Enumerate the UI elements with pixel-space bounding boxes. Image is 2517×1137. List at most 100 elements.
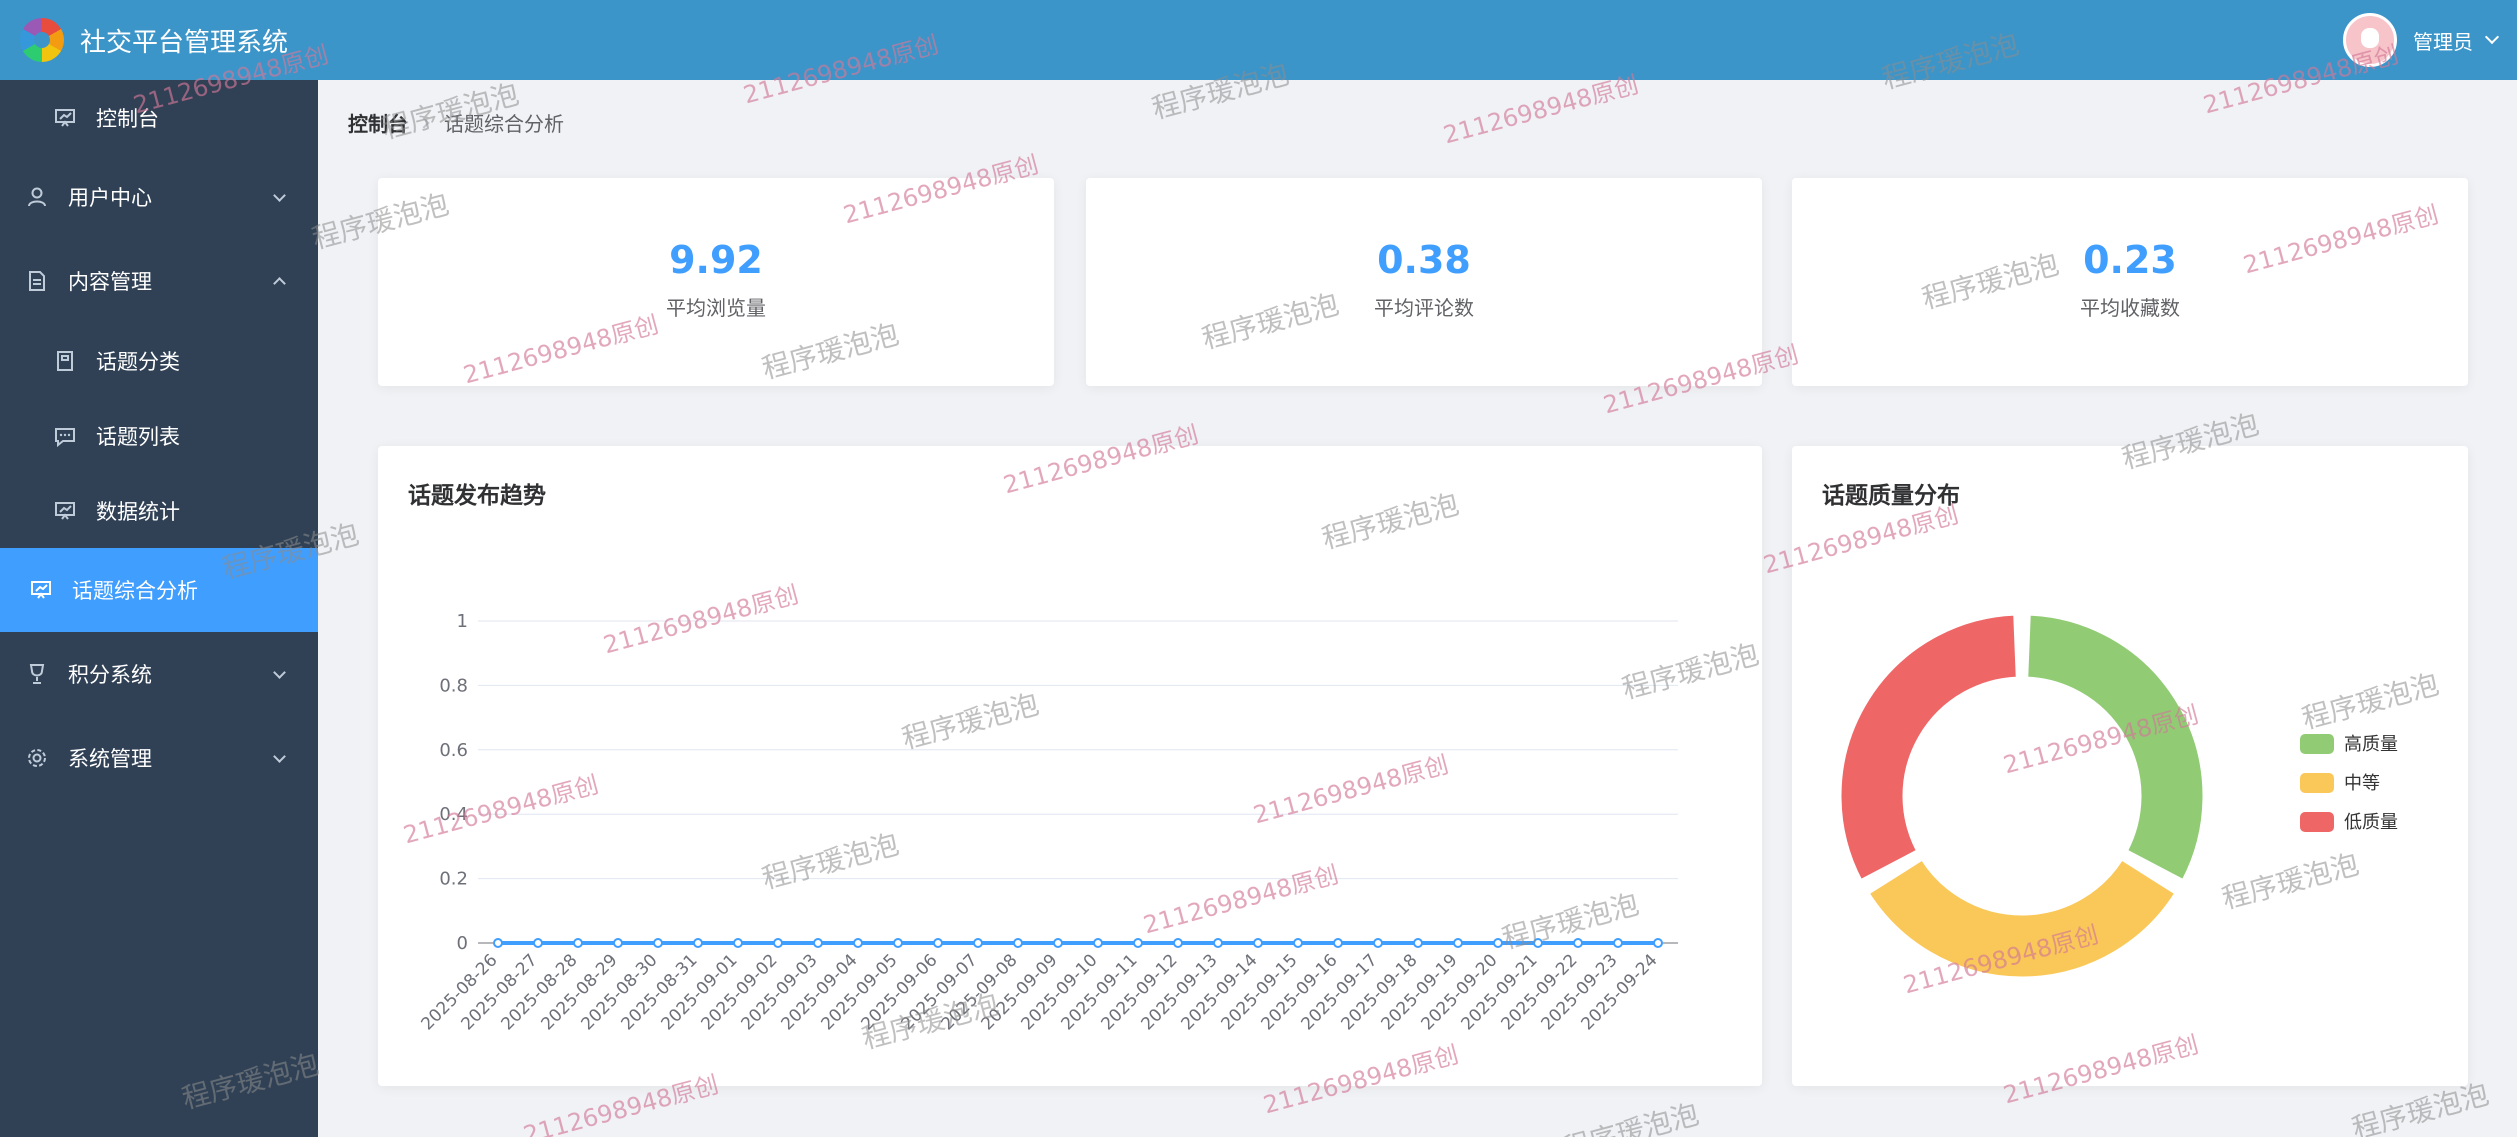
pie-slice [1866,857,2178,980]
data-point [533,938,543,948]
points-icon [26,663,48,685]
y-tick-label: 0.4 [439,804,468,825]
data-point [613,938,623,948]
data-point [1453,938,1463,948]
breadcrumb-current: 话题综合分析 [444,112,564,136]
sidebar: 控制台 用户中心 内容管理 话题分类 话题列表 数据统计 话题综合分析 积分系统… [0,80,318,1137]
user-name: 管理员 [2413,29,2473,54]
data-point [1133,938,1143,948]
sidebar-item-label: 话题分类 [96,349,180,374]
data-point [573,938,583,948]
sidebar-item-topic-list[interactable]: 话题列表 [0,398,318,473]
watermark-text: 程序瑗泡泡 [1558,1097,1703,1137]
top-header: 社交平台管理系统 管理员 [0,0,2517,80]
chevron-down-icon [273,189,286,202]
chevron-down-icon [273,750,286,763]
stat-card-favorites: 0.23 平均收藏数 [1792,178,2468,386]
stat-value: 0.38 [1377,238,1471,282]
data-point [1373,938,1383,948]
y-tick-label: 0.6 [439,740,468,761]
quality-chart-card: 话题质量分布 高质量 中等 低质量 [1792,446,2468,1086]
stat-card-views: 9.92 平均浏览量 [378,178,1054,386]
legend-swatch [2300,812,2334,832]
y-tick-label: 0.2 [439,869,468,890]
sidebar-item-topic-category[interactable]: 话题分类 [0,323,318,398]
data-point [1053,938,1063,948]
sidebar-item-dashboard[interactable]: 控制台 [0,80,318,155]
pie-slice [2025,612,2206,883]
pie-slice [1838,612,2019,883]
sidebar-item-content[interactable]: 内容管理 [0,239,318,323]
legend-label: 高质量 [2344,734,2398,755]
legend-swatch [2300,773,2334,793]
data-point [813,938,823,948]
chevron-up-icon [273,277,286,290]
data-point [493,938,503,948]
gear-icon [26,747,48,769]
stat-label: 平均浏览量 [666,296,766,320]
data-point [1293,938,1303,948]
data-point [1213,938,1223,948]
sidebar-item-label: 话题综合分析 [72,579,198,603]
legend-label: 低质量 [2344,812,2398,833]
data-point [1173,938,1183,948]
stats-icon [54,500,76,522]
data-point [1333,938,1343,948]
sidebar-item-label: 数据统计 [96,499,180,524]
data-point [1093,938,1103,948]
data-point [1573,938,1583,948]
data-point [1493,938,1503,948]
data-point [853,938,863,948]
chevron-right-icon [418,116,430,129]
stat-card-comments: 0.38 平均评论数 [1086,178,1762,386]
app-title: 社交平台管理系统 [80,27,289,58]
sidebar-item-label: 控制台 [96,106,159,131]
data-point [1533,938,1543,948]
y-tick-label: 0 [457,933,468,954]
stat-label: 平均收藏数 [2080,296,2180,320]
sidebar-item-label: 用户中心 [68,186,152,210]
sidebar-item-user-center[interactable]: 用户中心 [0,155,318,239]
data-point [733,938,743,948]
legend-label: 中等 [2344,773,2380,794]
sidebar-item-system[interactable]: 系统管理 [0,716,318,800]
y-tick-label: 1 [457,611,468,632]
data-point [653,938,663,948]
sidebar-item-label: 话题列表 [96,424,180,449]
sidebar-item-label: 系统管理 [68,747,152,771]
stat-value: 9.92 [669,238,763,282]
data-point [1253,938,1263,948]
dashboard-icon [54,107,76,129]
chevron-down-icon [273,666,286,679]
legend-swatch [2300,734,2334,754]
sidebar-item-label: 积分系统 [68,663,152,687]
chat-icon [54,425,76,447]
trend-line-chart[interactable]: 00.20.40.60.812025-08-262025-08-272025-0… [378,446,1762,1086]
stat-value: 0.23 [2083,238,2177,282]
chevron-down-icon [2484,29,2500,45]
trend-chart-card: 话题发布趋势 0 0.2 0.4 0.6 0.8 1 2025-08-26 2025-08-2… [378,446,1762,1086]
quality-donut-chart[interactable]: 高质量中等低质量 [1792,446,2468,1086]
data-point [933,938,943,948]
data-point [1413,938,1423,948]
y-tick-label: 0.8 [439,675,468,696]
app-logo-icon [20,18,64,62]
data-point [1613,938,1623,948]
data-point [1013,938,1023,948]
sidebar-item-points[interactable]: 积分系统 [0,632,318,716]
category-icon [54,350,76,372]
data-point [893,938,903,948]
analysis-icon [30,579,52,601]
breadcrumb: 控制台 话题综合分析 [348,108,564,137]
data-point [973,938,983,948]
sidebar-item-label: 内容管理 [68,270,152,294]
data-point [693,938,703,948]
avatar[interactable] [2343,13,2397,67]
stat-label: 平均评论数 [1374,296,1474,320]
breadcrumb-home[interactable]: 控制台 [348,108,408,137]
sidebar-item-data-stats[interactable]: 数据统计 [0,473,318,548]
user-menu[interactable]: 管理员 [2343,13,2500,67]
user-icon [26,186,48,208]
sidebar-item-topic-analysis[interactable]: 话题综合分析 [0,548,318,632]
data-point [1653,938,1663,948]
